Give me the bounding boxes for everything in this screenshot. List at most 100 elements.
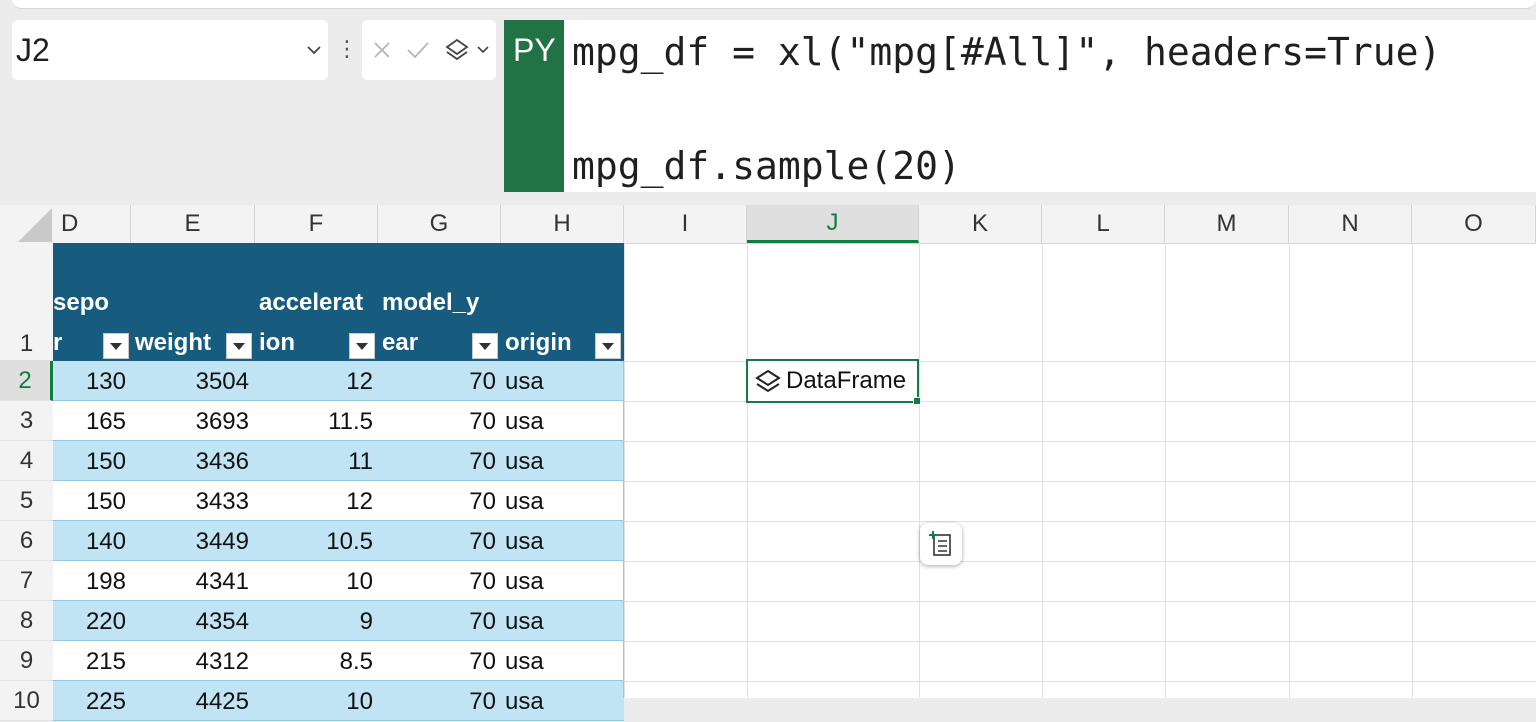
select-all-button[interactable] (0, 205, 53, 243)
chevron-down-icon[interactable] (306, 42, 322, 58)
table-cell[interactable]: 130 (53, 361, 126, 400)
table-cell[interactable]: usa (505, 561, 615, 600)
table-cell[interactable]: 10.5 (255, 521, 373, 560)
table-cell[interactable]: 11 (255, 441, 373, 480)
table-cell[interactable]: 70 (378, 601, 496, 640)
column-header-k[interactable]: K (919, 205, 1042, 243)
column-header-f[interactable]: F (255, 205, 378, 243)
table-header-row: sepo r weight accelerat ion model_y ear … (53, 243, 624, 361)
row-header-2[interactable]: 2 (0, 361, 53, 401)
filter-button[interactable] (595, 333, 621, 359)
dataframe-label[interactable]: DataFrame (786, 367, 906, 395)
column-header-o[interactable]: O (1412, 205, 1536, 243)
table-row: 140 3449 10.5 70 usa (53, 521, 624, 561)
column-header-l[interactable]: L (1042, 205, 1165, 243)
python-badge: PY (504, 20, 564, 192)
table-cell[interactable]: 10 (255, 561, 373, 600)
gridline (1042, 243, 1043, 698)
table-cell[interactable]: 215 (53, 641, 126, 680)
gridline (1289, 243, 1290, 698)
column-header-h[interactable]: H (501, 205, 624, 243)
table-cell[interactable]: 12 (255, 361, 373, 400)
filter-button[interactable] (103, 333, 129, 359)
table-cell[interactable]: 11.5 (255, 401, 373, 440)
name-box-value[interactable]: J2 (16, 32, 50, 69)
table-cell[interactable]: 10 (255, 681, 373, 720)
header-sepo-line2: r (53, 329, 63, 356)
table-cell[interactable]: usa (505, 521, 615, 560)
filter-button[interactable] (349, 333, 375, 359)
column-header-e[interactable]: E (131, 205, 255, 243)
name-box[interactable]: J2 (12, 20, 328, 80)
table-cell[interactable]: 9 (255, 601, 373, 640)
row-header-3[interactable]: 3 (0, 401, 53, 441)
row-header-6[interactable]: 6 (0, 521, 53, 561)
cancel-icon[interactable] (372, 40, 392, 60)
column-header-j[interactable]: J (747, 205, 919, 243)
table-cell[interactable]: 70 (378, 521, 496, 560)
row-header-5[interactable]: 5 (0, 481, 53, 521)
gridline (1165, 243, 1166, 698)
table-cell[interactable]: 150 (53, 481, 126, 520)
table-cell[interactable]: 3693 (131, 401, 249, 440)
table-cell[interactable]: 150 (53, 441, 126, 480)
table-cell[interactable]: 70 (378, 361, 496, 400)
python-object-icon[interactable] (754, 368, 782, 396)
table-cell[interactable]: 70 (378, 681, 496, 720)
formula-line-1[interactable]: mpg_df = xl("mpg[#All]", headers=True) (572, 30, 1441, 74)
table-cell[interactable]: 70 (378, 561, 496, 600)
filter-button[interactable] (472, 333, 498, 359)
table-cell[interactable]: 70 (378, 481, 496, 520)
table-row: 150 3433 12 70 usa (53, 481, 624, 521)
table-cell[interactable]: usa (505, 681, 615, 720)
python-output-icon[interactable] (444, 37, 470, 63)
table-cell[interactable]: 4312 (131, 641, 249, 680)
table-cell[interactable]: 198 (53, 561, 126, 600)
column-header-g[interactable]: G (378, 205, 501, 243)
table-row: 165 3693 11.5 70 usa (53, 401, 624, 441)
table-cell[interactable]: usa (505, 401, 615, 440)
table-cell[interactable]: 4354 (131, 601, 249, 640)
row-header-4[interactable]: 4 (0, 441, 53, 481)
table-cell[interactable]: usa (505, 441, 615, 480)
header-origin: origin (505, 329, 572, 356)
table-cell[interactable]: 8.5 (255, 641, 373, 680)
table-cell[interactable]: 165 (53, 401, 126, 440)
table-cell[interactable]: 220 (53, 601, 126, 640)
chevron-down-icon[interactable] (476, 44, 490, 56)
row-header-1[interactable]: 1 (0, 243, 53, 361)
row-header-7[interactable]: 7 (0, 561, 53, 601)
table-cell[interactable]: 4425 (131, 681, 249, 720)
insert-data-card-button[interactable] (920, 523, 962, 565)
row-header-8[interactable]: 8 (0, 601, 53, 641)
table-cell[interactable]: 3449 (131, 521, 249, 560)
active-cell-j2[interactable]: DataFrame (746, 359, 921, 405)
filter-button[interactable] (226, 333, 252, 359)
row-header-10[interactable]: 10 (0, 681, 53, 721)
table-cell[interactable]: 70 (378, 641, 496, 680)
enter-icon[interactable] (406, 40, 430, 60)
table-cell[interactable]: 3436 (131, 441, 249, 480)
column-header-d[interactable]: D (53, 205, 131, 243)
column-header-m[interactable]: M (1165, 205, 1289, 243)
table-cell[interactable]: 225 (53, 681, 126, 720)
table-cell[interactable]: usa (505, 641, 615, 680)
table-cell[interactable]: usa (505, 481, 615, 520)
column-header-n[interactable]: N (1289, 205, 1412, 243)
table-cell[interactable]: 12 (255, 481, 373, 520)
formula-line-2[interactable]: mpg_df.sample(20) (572, 144, 961, 188)
table-cell[interactable]: usa (505, 361, 615, 400)
table-cell[interactable]: 70 (378, 401, 496, 440)
python-badge-label: PY (513, 32, 556, 68)
table-cell[interactable]: 3433 (131, 481, 249, 520)
column-header-i[interactable]: I (624, 205, 747, 243)
row-header-9[interactable]: 9 (0, 641, 53, 681)
fill-handle[interactable] (913, 397, 921, 405)
table-cell[interactable]: 140 (53, 521, 126, 560)
formula-input[interactable]: mpg_df = xl("mpg[#All]", headers=True) m… (564, 20, 1536, 192)
table-cell[interactable]: 4341 (131, 561, 249, 600)
table-cell[interactable]: 70 (378, 441, 496, 480)
table-cell[interactable]: usa (505, 601, 615, 640)
more-options-icon[interactable]: ⋮ (336, 34, 358, 64)
table-cell[interactable]: 3504 (131, 361, 249, 400)
